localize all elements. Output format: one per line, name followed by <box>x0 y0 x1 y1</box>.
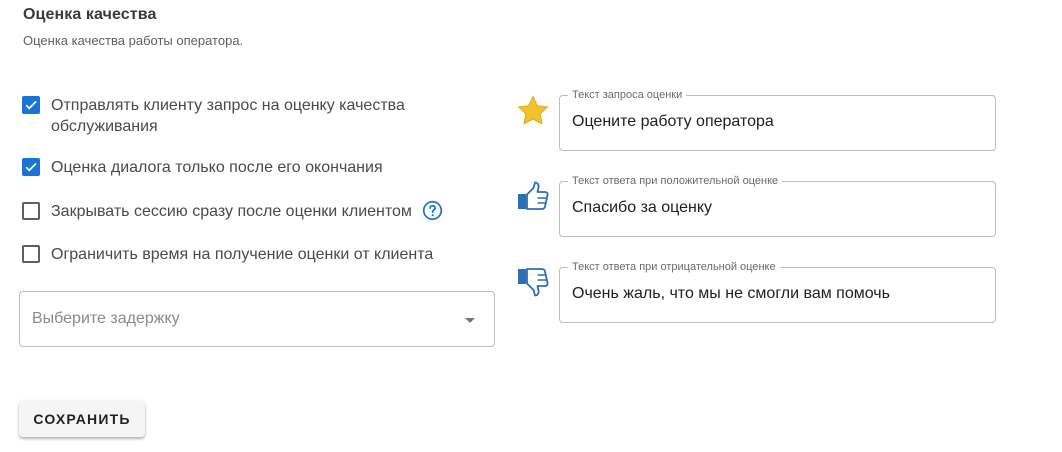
help-circle-icon[interactable] <box>422 200 443 221</box>
check-icon <box>25 162 37 172</box>
dropdown-arrow-icon <box>465 318 475 323</box>
section-subtitle: Оценка качества работы оператора. <box>23 33 244 48</box>
option-label: Отправлять клиенту запрос на оценку каче… <box>51 97 405 135</box>
quality-rating-settings: Оценка качества Оценка качества работы о… <box>0 0 1062 452</box>
option-send-rating-request[interactable]: Отправлять клиенту запрос на оценку каче… <box>22 95 442 137</box>
option-label: Закрывать сессию сразу после оценки клие… <box>51 203 412 220</box>
option-label: Оценка диалога только после его окончани… <box>51 159 383 176</box>
positive-response-label: Текст ответа при положительной оценке <box>568 174 783 188</box>
checkbox-rate-after-end[interactable] <box>22 158 40 176</box>
save-button[interactable]: СОХРАНИТЬ <box>19 401 145 437</box>
star-icon <box>517 95 549 125</box>
positive-response-field: Текст ответа при положительной оценке <box>559 174 996 237</box>
thumbs-up-icon <box>518 181 549 210</box>
option-close-session[interactable]: Закрывать сессию сразу после оценки клие… <box>22 200 443 222</box>
negative-response-label: Текст ответа при отрицательной оценке <box>568 260 780 274</box>
rating-request-label: Текст запроса оценки <box>568 88 687 102</box>
option-rate-after-end[interactable]: Оценка диалога только после его окончани… <box>22 157 383 178</box>
positive-response-input[interactable] <box>572 199 982 217</box>
check-icon <box>25 100 37 110</box>
thumbs-down-icon <box>518 268 549 297</box>
negative-response-field: Текст ответа при отрицательной оценке <box>559 260 996 323</box>
option-limit-rating-time[interactable]: Ограничить время на получение оценки от … <box>22 244 433 265</box>
delay-select-placeholder: Выберите задержку <box>32 310 180 327</box>
checkbox-close-session[interactable] <box>22 202 40 220</box>
rating-request-field: Текст запроса оценки <box>559 88 996 151</box>
checkbox-send-rating-request[interactable] <box>22 96 40 114</box>
negative-response-input[interactable] <box>572 285 982 303</box>
option-label: Ограничить время на получение оценки от … <box>51 246 434 263</box>
checkbox-limit-rating-time[interactable] <box>22 245 40 263</box>
rating-request-input[interactable] <box>572 113 982 131</box>
section-title: Оценка качества <box>23 6 157 23</box>
delay-select[interactable]: Выберите задержку <box>19 291 495 347</box>
